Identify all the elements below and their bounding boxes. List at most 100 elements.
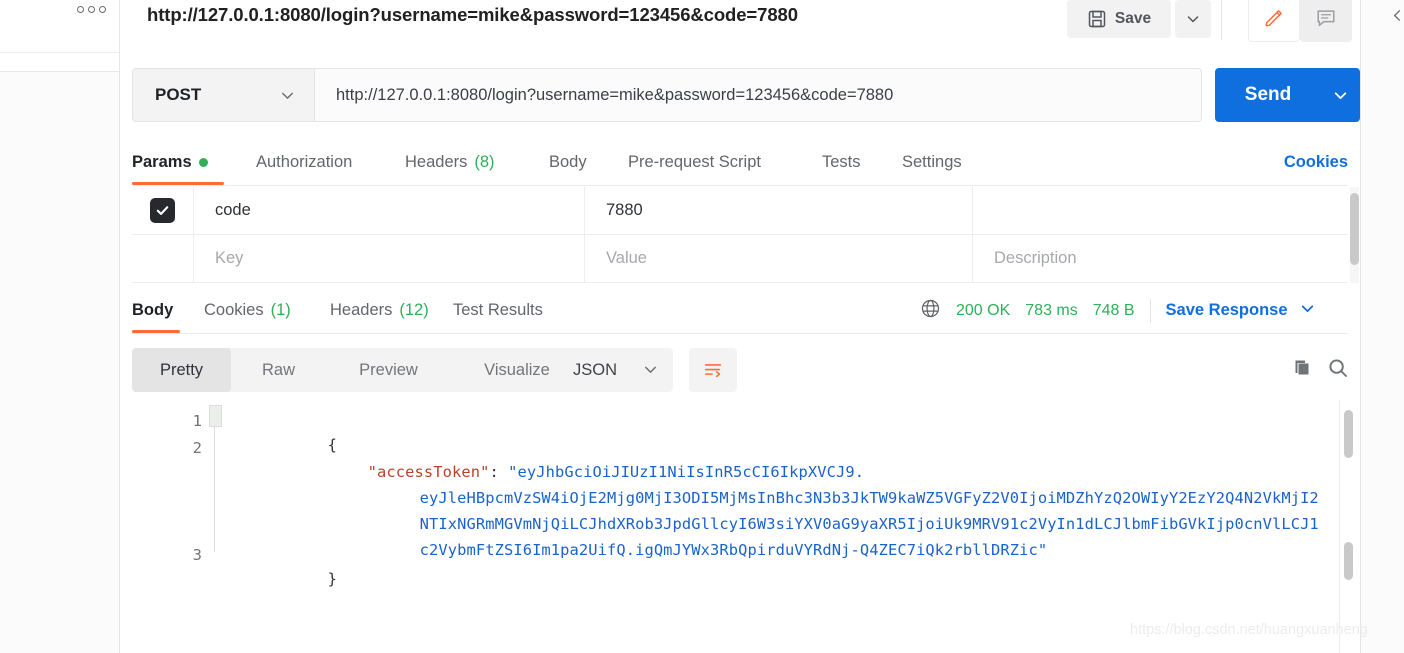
json-string-part: c2VybmFtZSI6Im1pa2UifQ.igQmJYWx3RbQpirdu… <box>419 540 1048 559</box>
tab-pre-request-script[interactable]: Pre-request Script <box>628 140 798 185</box>
tab-authorization-label: Authorization <box>256 153 353 171</box>
left-gutter <box>0 0 192 653</box>
param-key-cell[interactable]: code <box>194 187 585 235</box>
response-scrollbar-thumb[interactable] <box>1344 410 1353 458</box>
response-format-value: JSON <box>573 360 618 379</box>
tab-tests[interactable]: Tests <box>822 140 874 185</box>
param-enabled-checkbox[interactable] <box>150 198 175 223</box>
response-size: 748 B <box>1092 301 1135 319</box>
chevron-down-icon <box>279 87 296 109</box>
view-mode-visualize-label: Visualize <box>484 360 550 379</box>
view-mode-preview-label: Preview <box>359 360 418 379</box>
tab-response-cookies-label: Cookies <box>204 301 264 319</box>
chevron-down-icon <box>1299 300 1316 322</box>
params-table: code 7880 Key Value Description <box>132 187 1360 283</box>
tab-response-headers[interactable]: Headers (12) <box>330 288 456 333</box>
response-body-viewer[interactable]: 1 2 3 { "accessToken": "eyJhbGciOiJIUzI1… <box>120 400 1360 653</box>
response-scrollbar-thumb-secondary[interactable] <box>1344 542 1353 580</box>
tab-response-body-label: Body <box>132 301 174 319</box>
save-response-button[interactable]: Save Response <box>1166 300 1316 322</box>
response-tabs-underline <box>132 333 1348 334</box>
globe-icon <box>920 298 941 324</box>
url-bar: POST http://127.0.0.1:8080/login?usernam… <box>132 68 1360 122</box>
comment-icon <box>1317 10 1335 27</box>
header-divider <box>1221 0 1222 40</box>
search-icon <box>1329 359 1347 377</box>
tab-response-headers-label: Headers <box>330 301 393 319</box>
page-title: http://127.0.0.1:8080/login?username=mik… <box>147 4 798 25</box>
response-format-select[interactable]: JSON <box>557 348 673 392</box>
tab-test-results-label: Test Results <box>453 301 543 319</box>
tab-response-body[interactable]: Body <box>132 288 180 333</box>
view-mode-pretty-label: Pretty <box>159 360 204 379</box>
tab-settings[interactable]: Settings <box>902 140 982 185</box>
tab-test-results[interactable]: Test Results <box>453 288 566 333</box>
send-options-button[interactable] <box>1321 68 1360 122</box>
chevron-left-icon[interactable] <box>1390 8 1404 26</box>
tab-settings-label: Settings <box>902 153 962 171</box>
three-dots-icon[interactable] <box>77 6 106 13</box>
pencil-icon <box>1265 10 1282 27</box>
request-tabs-underline <box>132 185 1348 186</box>
param-value-cell[interactable]: 7880 <box>585 187 973 235</box>
send-button-label: Send <box>1244 84 1292 105</box>
url-input[interactable]: http://127.0.0.1:8080/login?username=mik… <box>314 68 1202 122</box>
param-key-placeholder: Key <box>215 249 244 267</box>
param-enabled-cell-empty <box>132 235 194 283</box>
view-mode-preview[interactable]: Preview <box>326 348 451 392</box>
cookies-link-label: Cookies <box>1283 153 1348 171</box>
json-close-brace: } <box>327 569 338 588</box>
http-method-select[interactable]: POST <box>132 68 314 122</box>
table-row: Key Value Description <box>132 235 1348 283</box>
param-description-cell[interactable] <box>973 187 1348 235</box>
param-value-placeholder: Value <box>606 249 647 267</box>
request-tabs: Params Authorization Headers (8) Body Pr… <box>120 140 1360 186</box>
copy-icon <box>1295 360 1309 375</box>
search-button[interactable] <box>1326 356 1350 385</box>
param-value-cell-empty[interactable]: Value <box>585 235 973 283</box>
table-row: code 7880 <box>132 187 1348 235</box>
line-number: 3 <box>192 546 202 564</box>
save-response-label: Save Response <box>1165 301 1288 319</box>
tab-body[interactable]: Body <box>549 140 597 185</box>
save-button[interactable]: Save <box>1067 0 1171 38</box>
line-number-gutter: 1 2 3 <box>120 400 212 653</box>
word-wrap-icon <box>704 364 722 378</box>
params-modified-dot-icon <box>198 158 208 167</box>
tab-headers[interactable]: Headers (8) <box>405 140 527 185</box>
status-divider <box>1149 298 1151 323</box>
tab-response-cookies[interactable]: Cookies (1) <box>204 288 308 333</box>
status-badge: 200 OK <box>956 301 1011 319</box>
edit-mode-button[interactable] <box>1248 0 1300 42</box>
copy-button[interactable] <box>1290 356 1314 385</box>
tab-headers-label: Headers <box>405 153 468 171</box>
request-header: http://127.0.0.1:8080/login?username=mik… <box>120 0 1360 47</box>
tab-headers-count: (8) <box>474 153 495 171</box>
tab-response-headers-count: (12) <box>399 301 429 319</box>
save-button-label: Save <box>1114 10 1152 27</box>
params-scrollbar-thumb[interactable] <box>1350 193 1359 265</box>
param-enabled-cell <box>132 187 194 235</box>
url-input-value: http://127.0.0.1:8080/login?username=mik… <box>336 85 894 104</box>
comment-button[interactable] <box>1300 0 1352 42</box>
send-button[interactable]: Send <box>1215 68 1321 122</box>
view-mode-group: Pretty Raw Preview Visualize <box>132 348 583 392</box>
param-description-placeholder: Description <box>994 249 1077 267</box>
chevron-down-icon <box>1187 16 1199 23</box>
view-mode-raw-label: Raw <box>261 360 295 379</box>
right-rail <box>1360 0 1404 653</box>
checkmark-icon <box>156 206 169 215</box>
response-tabs: Body Cookies (1) Headers (12) Test Resul… <box>120 288 1360 334</box>
param-description-cell-empty[interactable]: Description <box>973 235 1348 283</box>
cookies-link[interactable]: Cookies <box>1284 140 1348 185</box>
view-mode-raw[interactable]: Raw <box>231 348 326 392</box>
word-wrap-button[interactable] <box>689 348 737 392</box>
view-mode-pretty[interactable]: Pretty <box>132 348 231 392</box>
tab-authorization[interactable]: Authorization <box>256 140 388 185</box>
left-gutter-divider-line <box>0 52 119 53</box>
tab-params[interactable]: Params <box>132 140 224 185</box>
save-options-button[interactable] <box>1175 0 1211 38</box>
tab-params-label: Params <box>132 153 192 171</box>
response-viewer-toolbar: Pretty Raw Preview Visualize JSON <box>120 346 1360 398</box>
param-key-cell-empty[interactable]: Key <box>194 235 585 283</box>
